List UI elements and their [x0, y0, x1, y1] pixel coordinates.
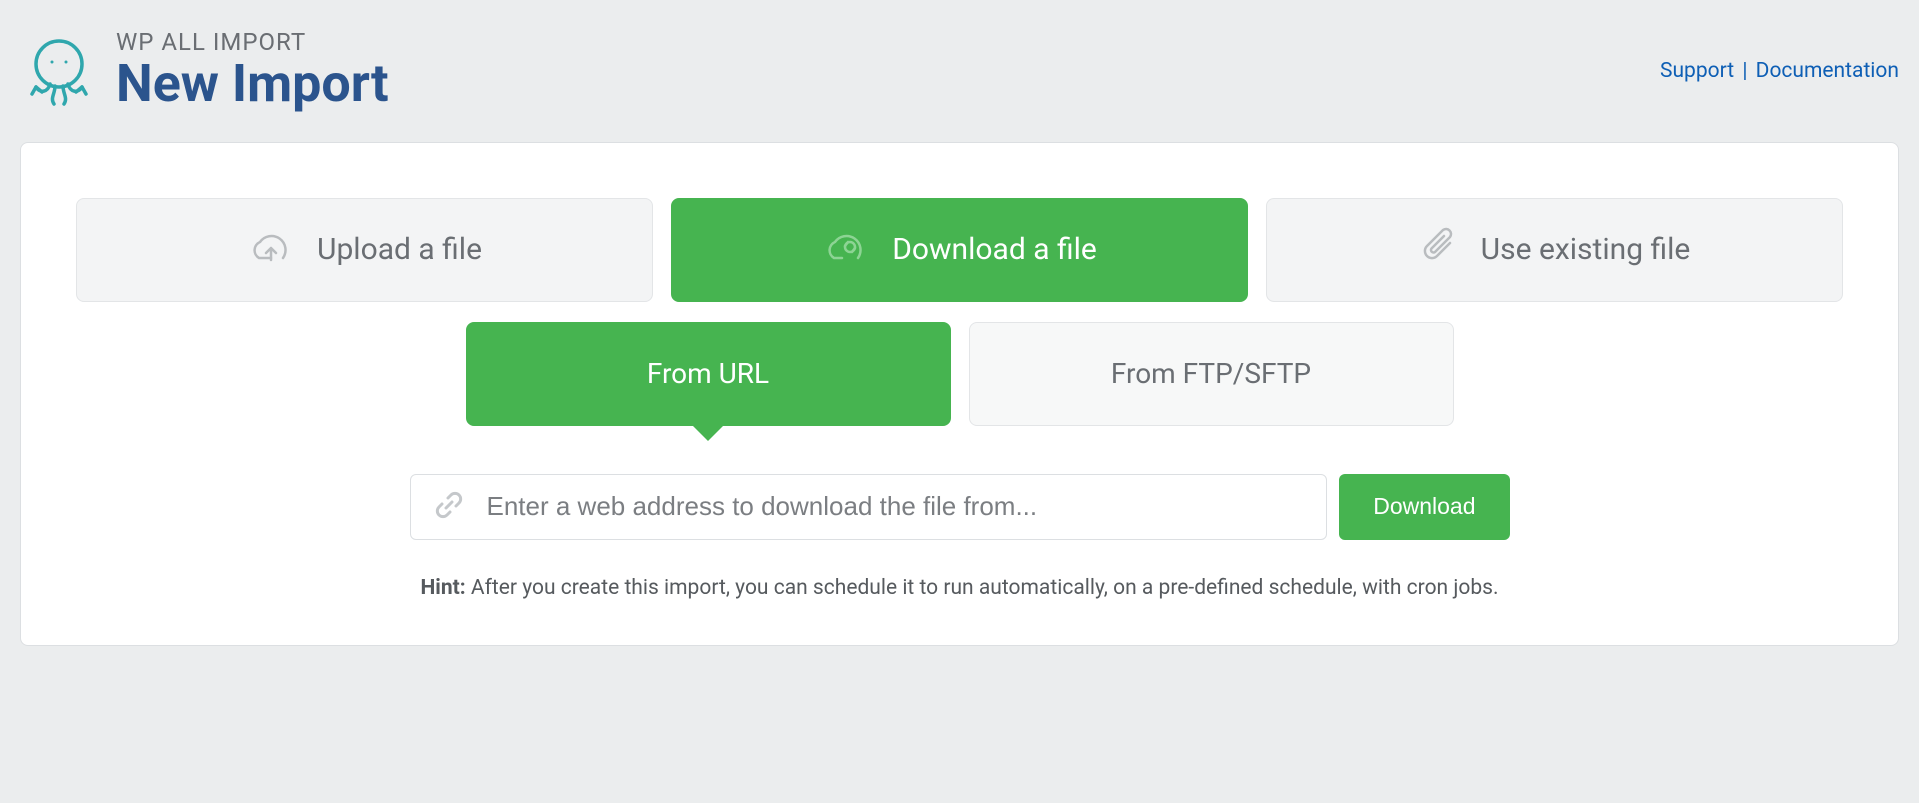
tab-existing-file[interactable]: Use existing file — [1266, 198, 1843, 302]
main-panel: Upload a file Download a file Use existi… — [20, 142, 1899, 646]
page-header: WP ALL IMPORT New Import Support | Docum… — [20, 30, 1899, 112]
hint-body: After you create this import, you can sc… — [471, 576, 1499, 600]
url-input-container — [410, 474, 1328, 540]
download-button[interactable]: Download — [1339, 474, 1509, 540]
link-separator: | — [1742, 59, 1747, 83]
subtab-from-url[interactable]: From URL — [466, 322, 951, 426]
hint-prefix: Hint: — [420, 576, 465, 600]
header-left: WP ALL IMPORT New Import — [20, 30, 389, 112]
tab-label: Upload a file — [317, 232, 482, 267]
paperclip-icon — [1419, 225, 1461, 275]
url-input[interactable] — [487, 491, 1305, 522]
tab-download-file[interactable]: Download a file — [671, 198, 1248, 302]
import-type-tabs: Upload a file Download a file Use existi… — [76, 198, 1843, 302]
hint-text: Hint: After you create this import, you … — [76, 576, 1843, 600]
subtab-label: From URL — [647, 357, 769, 390]
subtab-label: From FTP/SFTP — [1111, 357, 1311, 390]
octopus-logo-icon — [20, 32, 98, 110]
header-title-group: WP ALL IMPORT New Import — [116, 30, 389, 112]
support-link[interactable]: Support — [1660, 59, 1734, 83]
cloud-upload-icon — [247, 226, 297, 274]
header-links: Support | Documentation — [1660, 59, 1899, 83]
tab-label: Download a file — [892, 232, 1097, 267]
url-input-row: Download — [410, 474, 1510, 540]
app-name: WP ALL IMPORT — [116, 30, 389, 55]
download-source-tabs: From URL From FTP/SFTP — [466, 322, 1454, 426]
subtab-from-ftp[interactable]: From FTP/SFTP — [969, 322, 1454, 426]
page-title: New Import — [116, 57, 389, 112]
documentation-link[interactable]: Documentation — [1756, 59, 1899, 83]
link-icon — [433, 489, 487, 525]
tab-upload-file[interactable]: Upload a file — [76, 198, 653, 302]
cloud-download-icon — [822, 226, 872, 274]
tab-label: Use existing file — [1481, 232, 1691, 267]
